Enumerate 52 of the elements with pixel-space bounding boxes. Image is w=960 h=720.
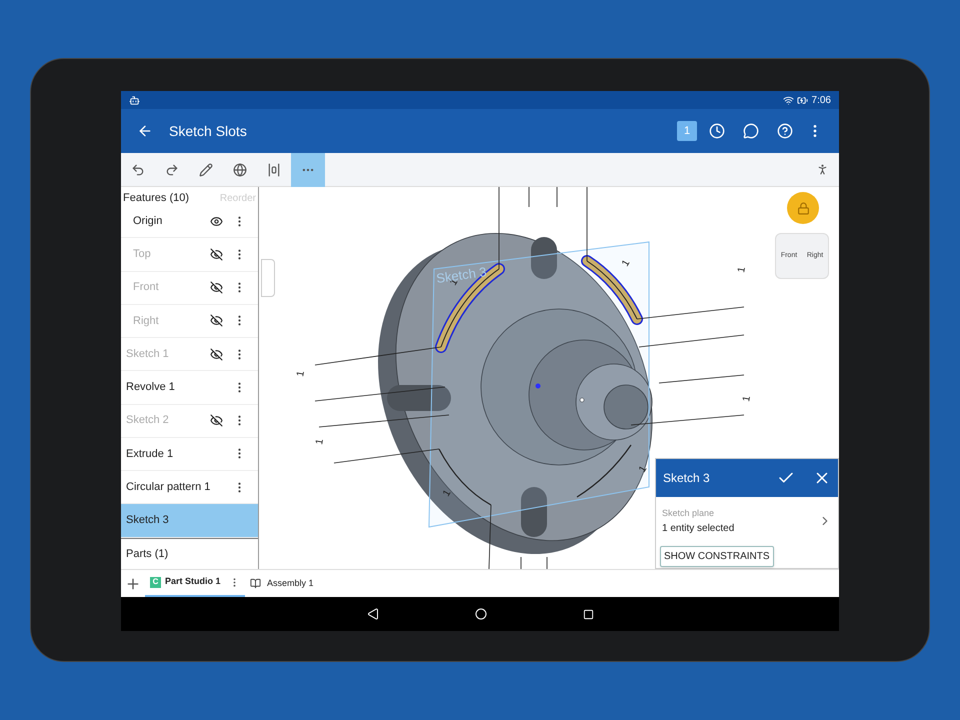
dimension-label: 1	[295, 370, 307, 378]
dimension-label: 1	[637, 464, 650, 474]
sketch-plane-field[interactable]: Sketch plane 1 entity selected	[656, 497, 838, 536]
slot-sketch	[581, 255, 643, 325]
back-nav-icon[interactable]	[366, 608, 378, 620]
dimension-label: 1	[736, 266, 748, 274]
add-icon[interactable]	[125, 576, 141, 592]
eye-off-icon[interactable]	[210, 281, 223, 294]
dimension-label: 1	[741, 395, 753, 403]
feature-item[interactable]: Revolve 1	[121, 371, 258, 404]
panel-title: Features (10)	[123, 190, 190, 206]
lock-icon	[796, 202, 810, 214]
eye-off-icon[interactable]	[210, 414, 223, 428]
tool-button[interactable]	[291, 152, 325, 186]
undo-icon	[131, 162, 145, 176]
help-icon[interactable]	[777, 123, 793, 139]
eye-off-icon[interactable]	[210, 348, 223, 361]
person-icon[interactable]	[816, 163, 829, 176]
dimension-label: 1	[441, 488, 454, 498]
field-value: 1 entity selected	[662, 522, 736, 536]
battery-icon	[796, 94, 808, 106]
back-button[interactable]	[137, 123, 153, 139]
recents-nav-icon[interactable]	[582, 608, 594, 620]
feature-item[interactable]: Origin	[121, 205, 258, 238]
spacing-icon	[267, 162, 281, 176]
pencil-icon	[199, 162, 213, 176]
history-icon[interactable]	[709, 123, 725, 139]
document-tab[interactable]: Assembly 1	[245, 570, 319, 598]
assembly-icon	[250, 578, 261, 589]
app-title: Sketch Slots	[169, 122, 247, 140]
home-nav-icon[interactable]	[474, 608, 486, 620]
panel-handle[interactable]	[261, 259, 275, 297]
chat-icon[interactable]	[743, 123, 759, 139]
clock-time: 7:06	[812, 94, 831, 108]
sketch-arc-line	[576, 444, 632, 498]
wifi-icon	[782, 94, 794, 106]
eye-off-icon[interactable]	[210, 248, 223, 261]
part-studio-icon: C	[150, 576, 161, 588]
eye-icon[interactable]	[210, 214, 223, 228]
field-label: Sketch plane	[662, 507, 716, 520]
view-lock-button[interactable]	[787, 192, 819, 224]
sketch-arc-line	[438, 448, 492, 506]
sphere-icon	[233, 162, 247, 176]
dialog-title: Sketch 3	[663, 470, 711, 487]
show-constraints-button[interactable]: SHOW CONSTRAINTS	[660, 546, 774, 566]
eye-off-icon[interactable]	[210, 314, 223, 328]
dimension-label: 1	[620, 258, 632, 268]
redo-icon	[165, 162, 179, 176]
feature-item[interactable]: Sketch 3	[121, 504, 258, 538]
dimension-label: 1	[314, 438, 326, 446]
android-icon	[129, 94, 140, 106]
feature-item[interactable]: Extrude 1	[121, 438, 258, 471]
